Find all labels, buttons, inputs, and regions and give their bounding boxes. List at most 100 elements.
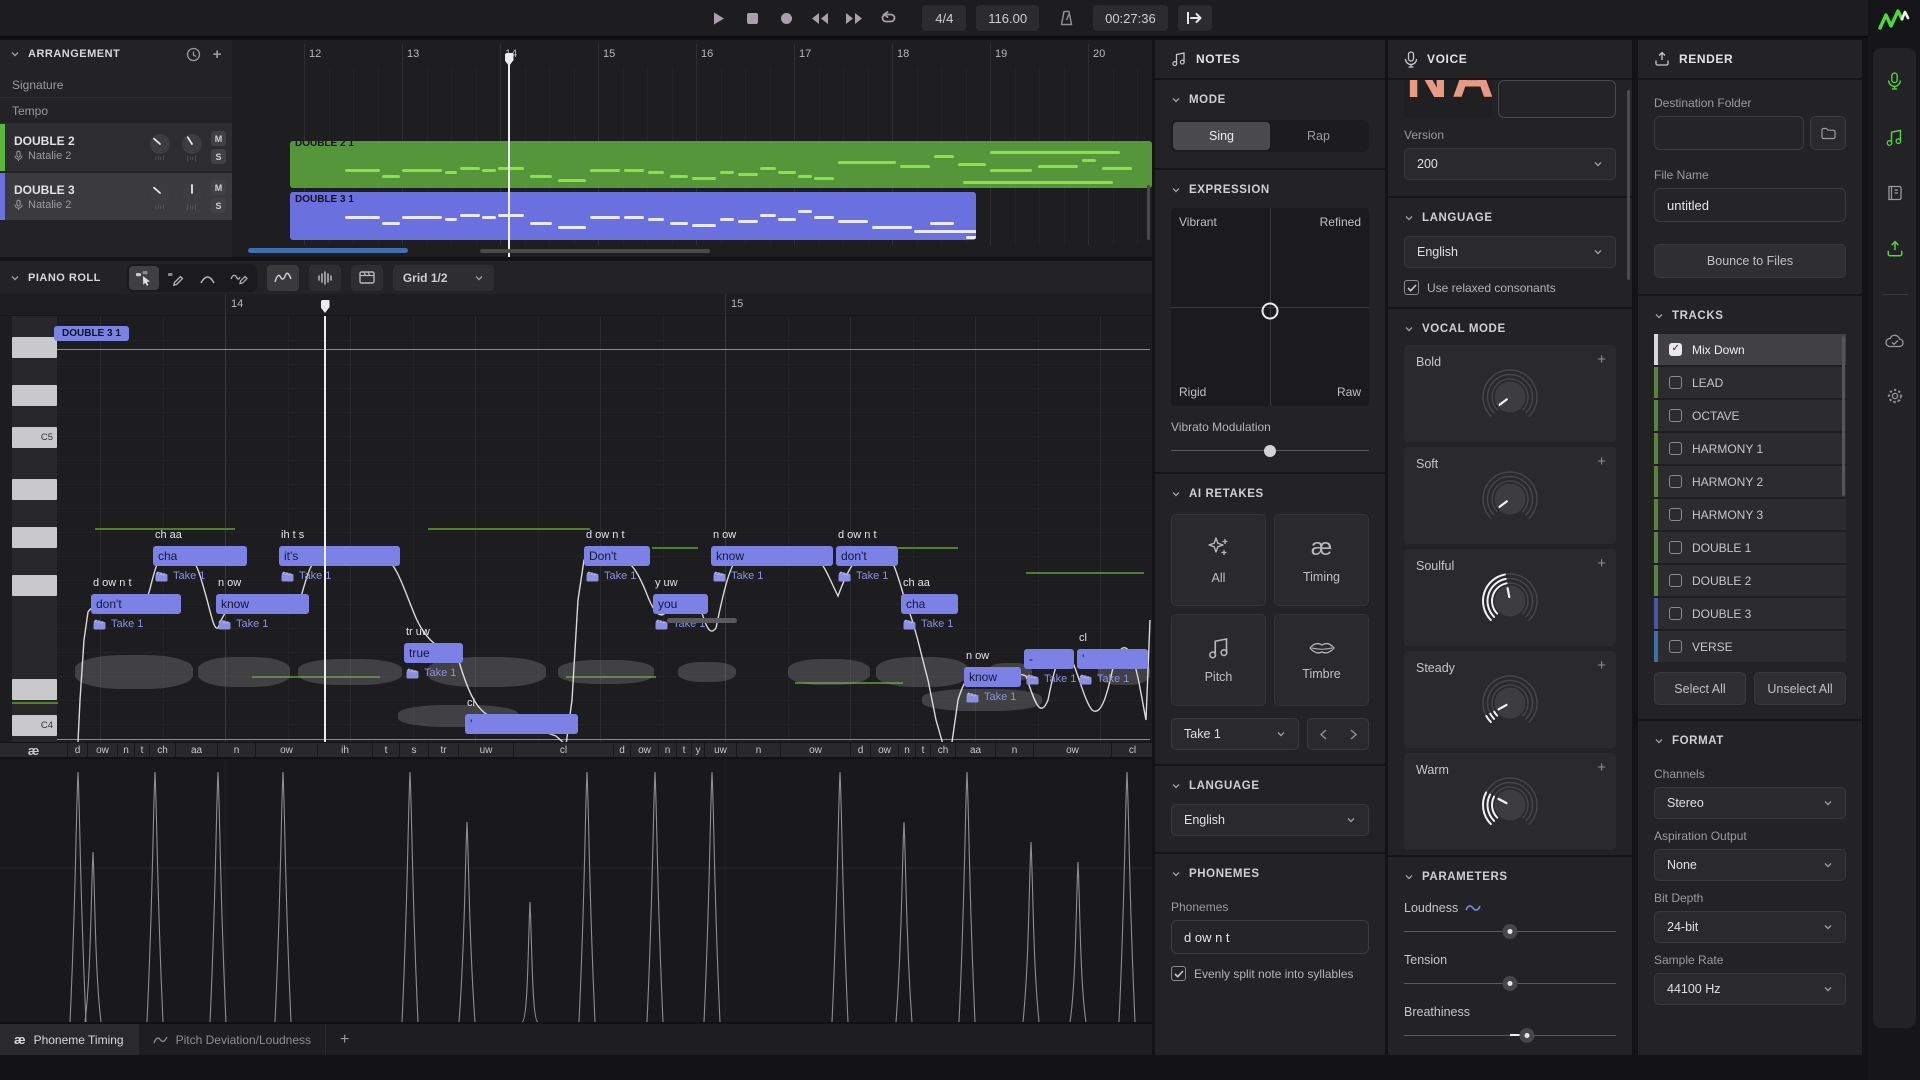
add-automation-icon[interactable]: +: [1597, 555, 1606, 572]
note-take-label[interactable]: Take 1: [713, 570, 763, 582]
phoneme-cell[interactable]: aa: [176, 743, 218, 757]
piano-roll-note[interactable]: you: [653, 594, 708, 614]
settings-gear-icon[interactable]: [1884, 385, 1906, 407]
expression-handle[interactable]: [1262, 302, 1279, 319]
format-channels-select[interactable]: Stereo: [1654, 787, 1846, 819]
phoneme-cell[interactable]: uw: [459, 743, 514, 757]
note-take-label[interactable]: Take 1: [903, 618, 953, 630]
select-all-button[interactable]: Select All: [1654, 672, 1746, 705]
chevron-down-icon[interactable]: [1404, 872, 1414, 882]
track-volume-knob[interactable]: ılıl: [147, 133, 173, 162]
track-checkbox[interactable]: [1669, 640, 1682, 653]
arrangement-track-double-2[interactable]: DOUBLE 2Natalie 2ılıl|ıı|MS: [0, 124, 232, 171]
chevron-down-icon[interactable]: [1171, 869, 1181, 879]
retake-timbre-button[interactable]: Timbre: [1274, 614, 1369, 706]
bounce-to-files-button[interactable]: Bounce to Files: [1654, 244, 1846, 278]
voice-language-select[interactable]: English: [1404, 236, 1616, 268]
draw-tool[interactable]: [161, 266, 191, 290]
phoneme-timing-row[interactable]: ædowntchaanowihtstruwcldowntyuwnowdowntc…: [0, 742, 1152, 758]
takes-lane-toggle[interactable]: [351, 265, 383, 291]
piano-key[interactable]: [12, 337, 57, 358]
note-take-label[interactable]: Take 1: [406, 667, 456, 679]
chevron-down-icon[interactable]: [10, 273, 20, 283]
phoneme-cell[interactable]: n: [118, 743, 135, 757]
mini-scrollbar[interactable]: [667, 618, 737, 623]
render-track-harmony-2[interactable]: HARMONY 2: [1654, 466, 1846, 497]
phoneme-cell[interactable]: n: [659, 743, 677, 757]
add-automation-icon[interactable]: +: [1597, 453, 1606, 470]
piano-roll-note[interactable]: ': [465, 714, 578, 734]
chevron-down-icon[interactable]: [1171, 781, 1181, 791]
chevron-down-icon[interactable]: [1654, 311, 1664, 321]
loop-button[interactable]: [878, 8, 898, 28]
time-display[interactable]: 00:27:36: [1093, 5, 1168, 31]
chevron-down-icon[interactable]: [10, 49, 20, 59]
stop-button[interactable]: [742, 8, 762, 28]
add-automation-icon[interactable]: +: [1597, 759, 1606, 776]
track-list-scrollbar[interactable]: [1842, 336, 1845, 496]
piano-roll-ruler[interactable]: 1415: [0, 294, 1152, 316]
track-pan-knob[interactable]: |ıı|: [179, 182, 205, 211]
render-track-harmony-3[interactable]: HARMONY 3: [1654, 499, 1846, 530]
vibrato-slider[interactable]: [1171, 442, 1369, 458]
phoneme-cell[interactable]: d: [851, 743, 871, 757]
expression-xy-pad[interactable]: Vibrant Refined Rigid Raw: [1171, 208, 1369, 406]
tempo-row[interactable]: Tempo: [0, 98, 232, 124]
render-track-double-3[interactable]: DOUBLE 3: [1654, 598, 1846, 629]
format-aspiration-output-select[interactable]: None: [1654, 849, 1846, 881]
chevron-down-icon[interactable]: [1171, 185, 1181, 195]
render-track-lead[interactable]: LEAD: [1654, 367, 1846, 398]
track-checkbox[interactable]: [1669, 607, 1682, 620]
piano-roll-note[interactable]: know: [216, 594, 309, 614]
voice-panel-icon[interactable]: [1884, 70, 1906, 92]
phoneme-cell[interactable]: t: [135, 743, 150, 757]
phoneme-timing-lane[interactable]: [0, 759, 1152, 1022]
time-signature[interactable]: 4/4: [922, 5, 966, 31]
voice-name-field[interactable]: [1498, 80, 1616, 118]
arrangement-clip-double-2-1[interactable]: DOUBLE 2 1: [290, 141, 1152, 188]
note-take-label[interactable]: Take 1: [218, 618, 268, 630]
fast-forward-button[interactable]: [844, 8, 864, 28]
chevron-down-icon[interactable]: [1171, 489, 1181, 499]
voice-panel-scrollbar[interactable]: [1627, 90, 1630, 280]
relaxed-consonants-checkbox-row[interactable]: Use relaxed consonants: [1404, 280, 1616, 295]
piano-roll-note[interactable]: -: [1024, 649, 1074, 669]
voice-avatar[interactable]: NA: [1404, 80, 1492, 118]
checkbox-checked-icon[interactable]: [1171, 966, 1186, 981]
phoneme-cell[interactable]: d: [614, 743, 631, 757]
note-take-label[interactable]: Take 1: [93, 618, 143, 630]
vocal-mode-soft[interactable]: Soft+: [1404, 447, 1616, 544]
vocal-mode-bold[interactable]: Bold+: [1404, 345, 1616, 442]
arrangement-playhead[interactable]: [508, 54, 510, 257]
tab-phoneme-timing[interactable]: æ Phoneme Timing: [0, 1024, 139, 1055]
automation-wave-icon[interactable]: [1465, 903, 1481, 913]
note-take-label[interactable]: Take 1: [155, 570, 205, 582]
phoneme-cell[interactable]: æ: [0, 743, 68, 757]
mode-rap-button[interactable]: Rap: [1270, 122, 1367, 150]
retake-timing-button[interactable]: æ Timing: [1274, 514, 1369, 606]
track-pan-knob[interactable]: |ıı|: [179, 133, 205, 162]
piano-roll-note[interactable]: cha: [901, 594, 958, 614]
file-name-input[interactable]: untitled: [1654, 188, 1846, 222]
chevron-down-icon[interactable]: [1404, 324, 1414, 334]
mode-sing-button[interactable]: Sing: [1173, 122, 1270, 150]
solo-button[interactable]: S: [211, 198, 226, 213]
render-track-verse[interactable]: VERSE: [1654, 631, 1846, 662]
unselect-all-button[interactable]: Unselect All: [1754, 672, 1846, 705]
piano-roll-note[interactable]: don't: [836, 546, 898, 566]
phoneme-cell[interactable]: cl: [1112, 743, 1152, 757]
phoneme-cell[interactable]: ch: [931, 743, 956, 757]
render-track-harmony-1[interactable]: HARMONY 1: [1654, 433, 1846, 464]
phoneme-cell[interactable]: ch: [150, 743, 176, 757]
signature-row[interactable]: Signature: [0, 72, 232, 98]
tab-pitch-deviation-loudness[interactable]: Pitch Deviation/Loudness: [139, 1024, 326, 1055]
mute-button[interactable]: M: [211, 131, 226, 146]
note-take-label[interactable]: Take 1: [1026, 673, 1076, 685]
piano-roll-note[interactable]: cha: [153, 546, 247, 566]
take-select[interactable]: Take 1: [1171, 718, 1299, 750]
piano-key[interactable]: C4: [12, 715, 57, 736]
play-button[interactable]: [708, 8, 728, 28]
piano-roll-note[interactable]: don't: [91, 594, 181, 614]
format-sample-rate-select[interactable]: 44100 Hz: [1654, 973, 1846, 1005]
loudness-toggle[interactable]: [309, 265, 341, 291]
